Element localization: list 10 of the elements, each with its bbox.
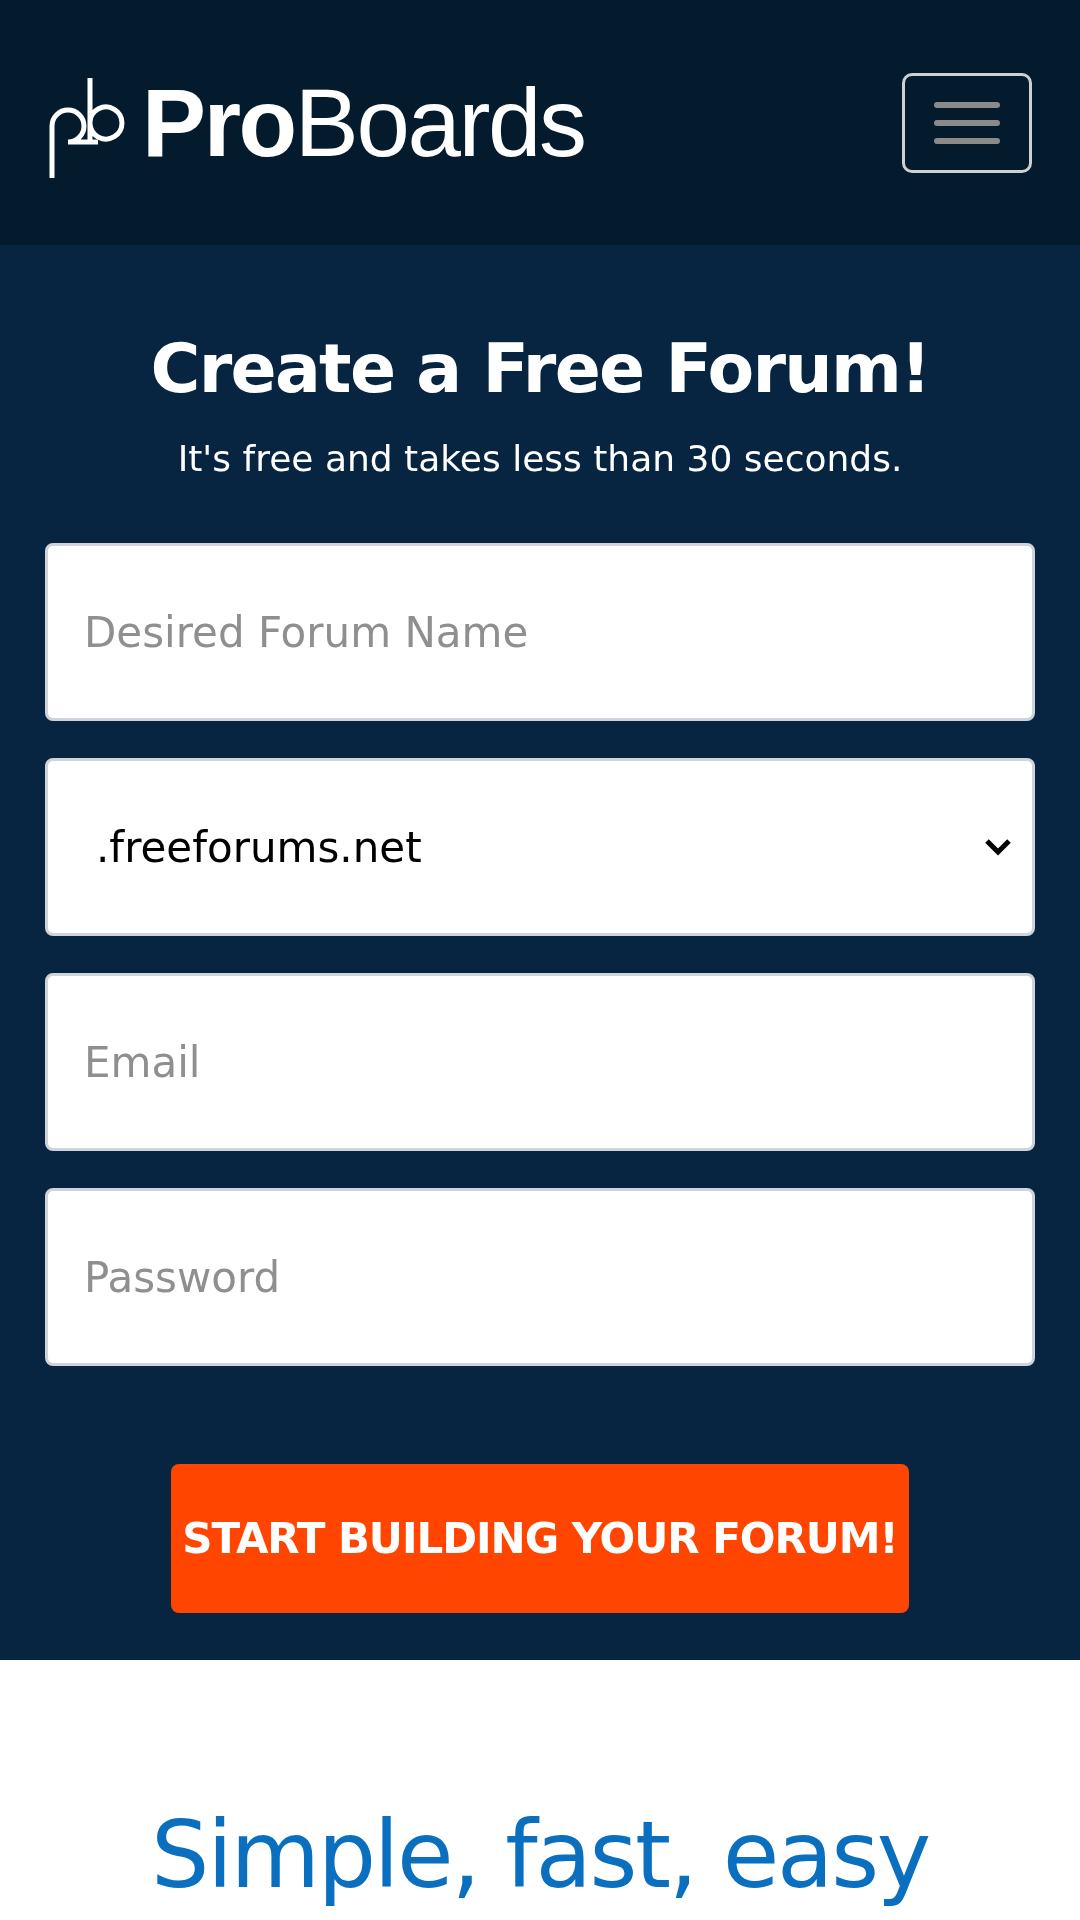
- input-field[interactable]: Email: [45, 973, 1035, 1151]
- logo-text: ProBoards: [142, 74, 585, 171]
- domain-select[interactable]: .freeforums.net: [45, 758, 1035, 936]
- chevron-down-icon: [984, 838, 1012, 856]
- menu-button[interactable]: [902, 72, 1032, 173]
- page-title: Create a Free Forum!: [150, 335, 930, 403]
- input-field[interactable]: Password: [45, 1188, 1035, 1366]
- subtitle: It's free and takes less than 30 seconds.: [177, 441, 903, 477]
- menu-icon: [934, 101, 1000, 144]
- input-field[interactable]: Desired Forum Name: [45, 543, 1035, 721]
